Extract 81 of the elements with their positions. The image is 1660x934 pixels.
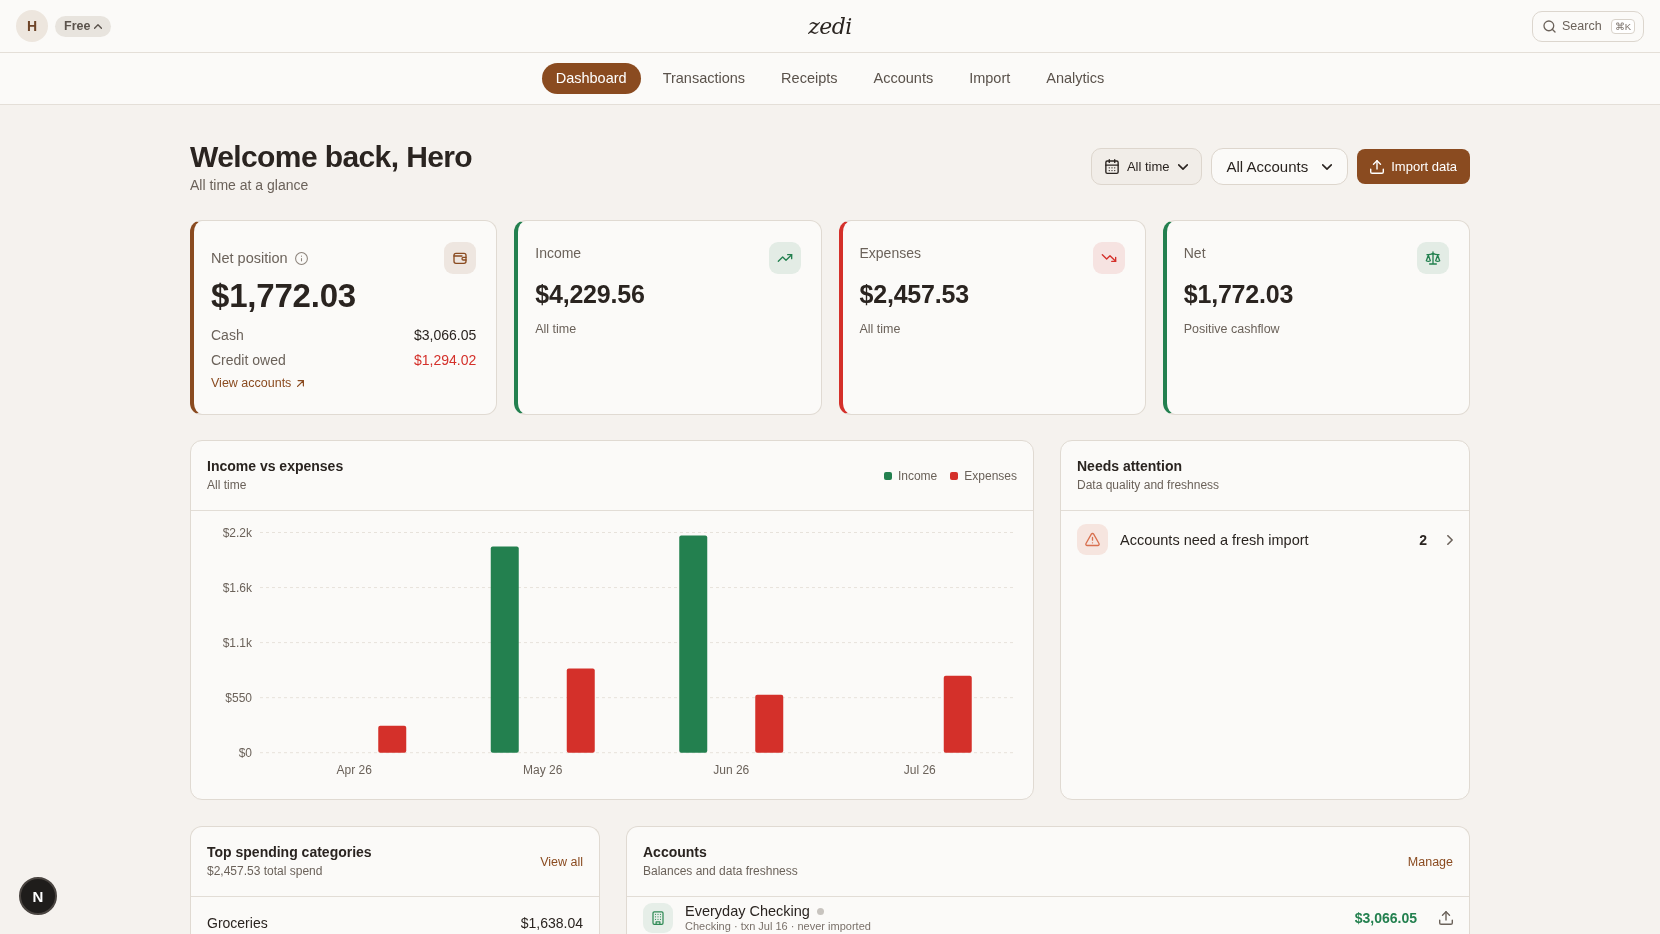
trend-down-icon — [1092, 242, 1125, 274]
upload-button[interactable] — [1439, 911, 1453, 925]
chevron-down-icon — [1177, 163, 1188, 170]
category-amount: $1,638.04 — [520, 914, 583, 932]
stat-label: Income — [535, 244, 582, 262]
x-axis-label: Apr 26 — [336, 763, 372, 777]
y-axis-label: $1.6k — [222, 581, 252, 596]
nav-tab[interactable]: Analytics — [1032, 63, 1119, 94]
chevron-up-icon — [94, 23, 103, 29]
import-button[interactable]: Import data — [1357, 149, 1470, 184]
plan-button[interactable]: Free — [55, 15, 112, 37]
balance-label: Credit owed — [211, 350, 286, 370]
expense-bar — [755, 694, 784, 753]
wallet-icon — [444, 242, 477, 274]
view-all-link[interactable]: View all — [540, 854, 583, 869]
y-axis-label: $550 — [225, 691, 252, 706]
account-select[interactable]: All Accounts — [1210, 148, 1349, 185]
balance-label: Cash — [211, 326, 244, 345]
arrow-up-right-icon — [297, 379, 305, 387]
period-select[interactable]: All time — [1090, 148, 1202, 185]
stat-value: $4,229.56 — [535, 279, 646, 309]
nav-tab[interactable]: Import — [955, 63, 1025, 94]
panel-subtitle: All time — [207, 477, 248, 494]
balance-value: $1,294.02 — [413, 350, 477, 370]
scale-icon — [1417, 242, 1449, 274]
category-name: Groceries — [207, 914, 268, 932]
nav-tab[interactable]: Accounts — [859, 63, 948, 94]
stat-label: Net — [1183, 244, 1206, 262]
search-icon — [1543, 19, 1556, 33]
account-balance: $3,066.05 — [1354, 910, 1417, 926]
page-title: Welcome back, Hero — [190, 139, 473, 175]
x-axis-label: Jul 26 — [903, 763, 936, 777]
nav-tab[interactable]: Transactions — [648, 63, 760, 94]
stat-value: $1,772.03 — [1183, 279, 1295, 309]
chevron-down-icon — [1322, 163, 1333, 170]
panel-title: Top spending categories — [207, 843, 372, 861]
legend-label: Expenses — [964, 468, 1017, 483]
manage-link[interactable]: Manage — [1407, 854, 1453, 869]
nav-tab[interactable]: Dashboard — [541, 63, 641, 94]
chevron-right-icon — [1447, 534, 1453, 545]
dev-tools-button[interactable]: N — [19, 877, 57, 915]
y-axis-label: $1.1k — [222, 636, 252, 651]
warning-icon — [1077, 524, 1108, 555]
account-name: Everyday Checking — [685, 903, 810, 920]
upload-icon — [1370, 159, 1385, 174]
stat-label: Net position — [211, 249, 288, 267]
panel-title: Accounts — [643, 843, 708, 861]
app-logo: zedi — [808, 13, 852, 39]
panel-subtitle: Balances and data freshness — [643, 863, 798, 880]
x-axis-label: Jun 26 — [713, 763, 750, 777]
panel-title: Income vs expenses — [207, 457, 344, 475]
shortcut-hint: ⌘K — [1610, 18, 1635, 34]
trend-up-icon — [768, 242, 801, 274]
legend-label: Income — [897, 468, 938, 483]
view-accounts-link[interactable]: View accounts — [211, 374, 305, 392]
building-icon — [643, 903, 673, 933]
stat-note: All time — [859, 321, 902, 337]
x-axis-label: May 26 — [523, 763, 563, 777]
page-subtitle: All time at a glance — [190, 176, 310, 194]
nav-tab[interactable]: Receipts — [767, 63, 852, 94]
attention-label: Accounts need a fresh import — [1120, 531, 1310, 548]
y-axis-label: $2.2k — [222, 526, 252, 540]
panel-subtitle: $2,457.53 total spend — [207, 863, 324, 880]
panel-subtitle: Data quality and freshness — [1077, 477, 1220, 494]
stat-label: Expenses — [859, 244, 921, 262]
balance-value: $3,066.05 — [413, 326, 477, 345]
panel-title: Needs attention — [1077, 457, 1183, 475]
stat-note: All time — [535, 321, 578, 337]
user-avatar[interactable]: H — [16, 10, 48, 42]
account-details: Checking · txn Jul 16 · never imported — [685, 920, 872, 933]
stat-value: $1,772.03 — [211, 277, 357, 315]
stat-value: $2,457.53 — [859, 279, 970, 309]
attention-count: 2 — [1419, 531, 1427, 548]
search-button[interactable]: Search ⌘K — [1532, 10, 1644, 42]
calendar-icon — [1104, 159, 1119, 174]
attention-item[interactable]: Accounts need a fresh import 2 — [1077, 524, 1453, 555]
info-icon — [294, 251, 308, 265]
expense-bar — [378, 725, 407, 753]
y-axis-label: $0 — [238, 746, 252, 761]
stat-note: Positive cashflow — [1183, 321, 1281, 337]
upload-icon — [1439, 911, 1453, 925]
